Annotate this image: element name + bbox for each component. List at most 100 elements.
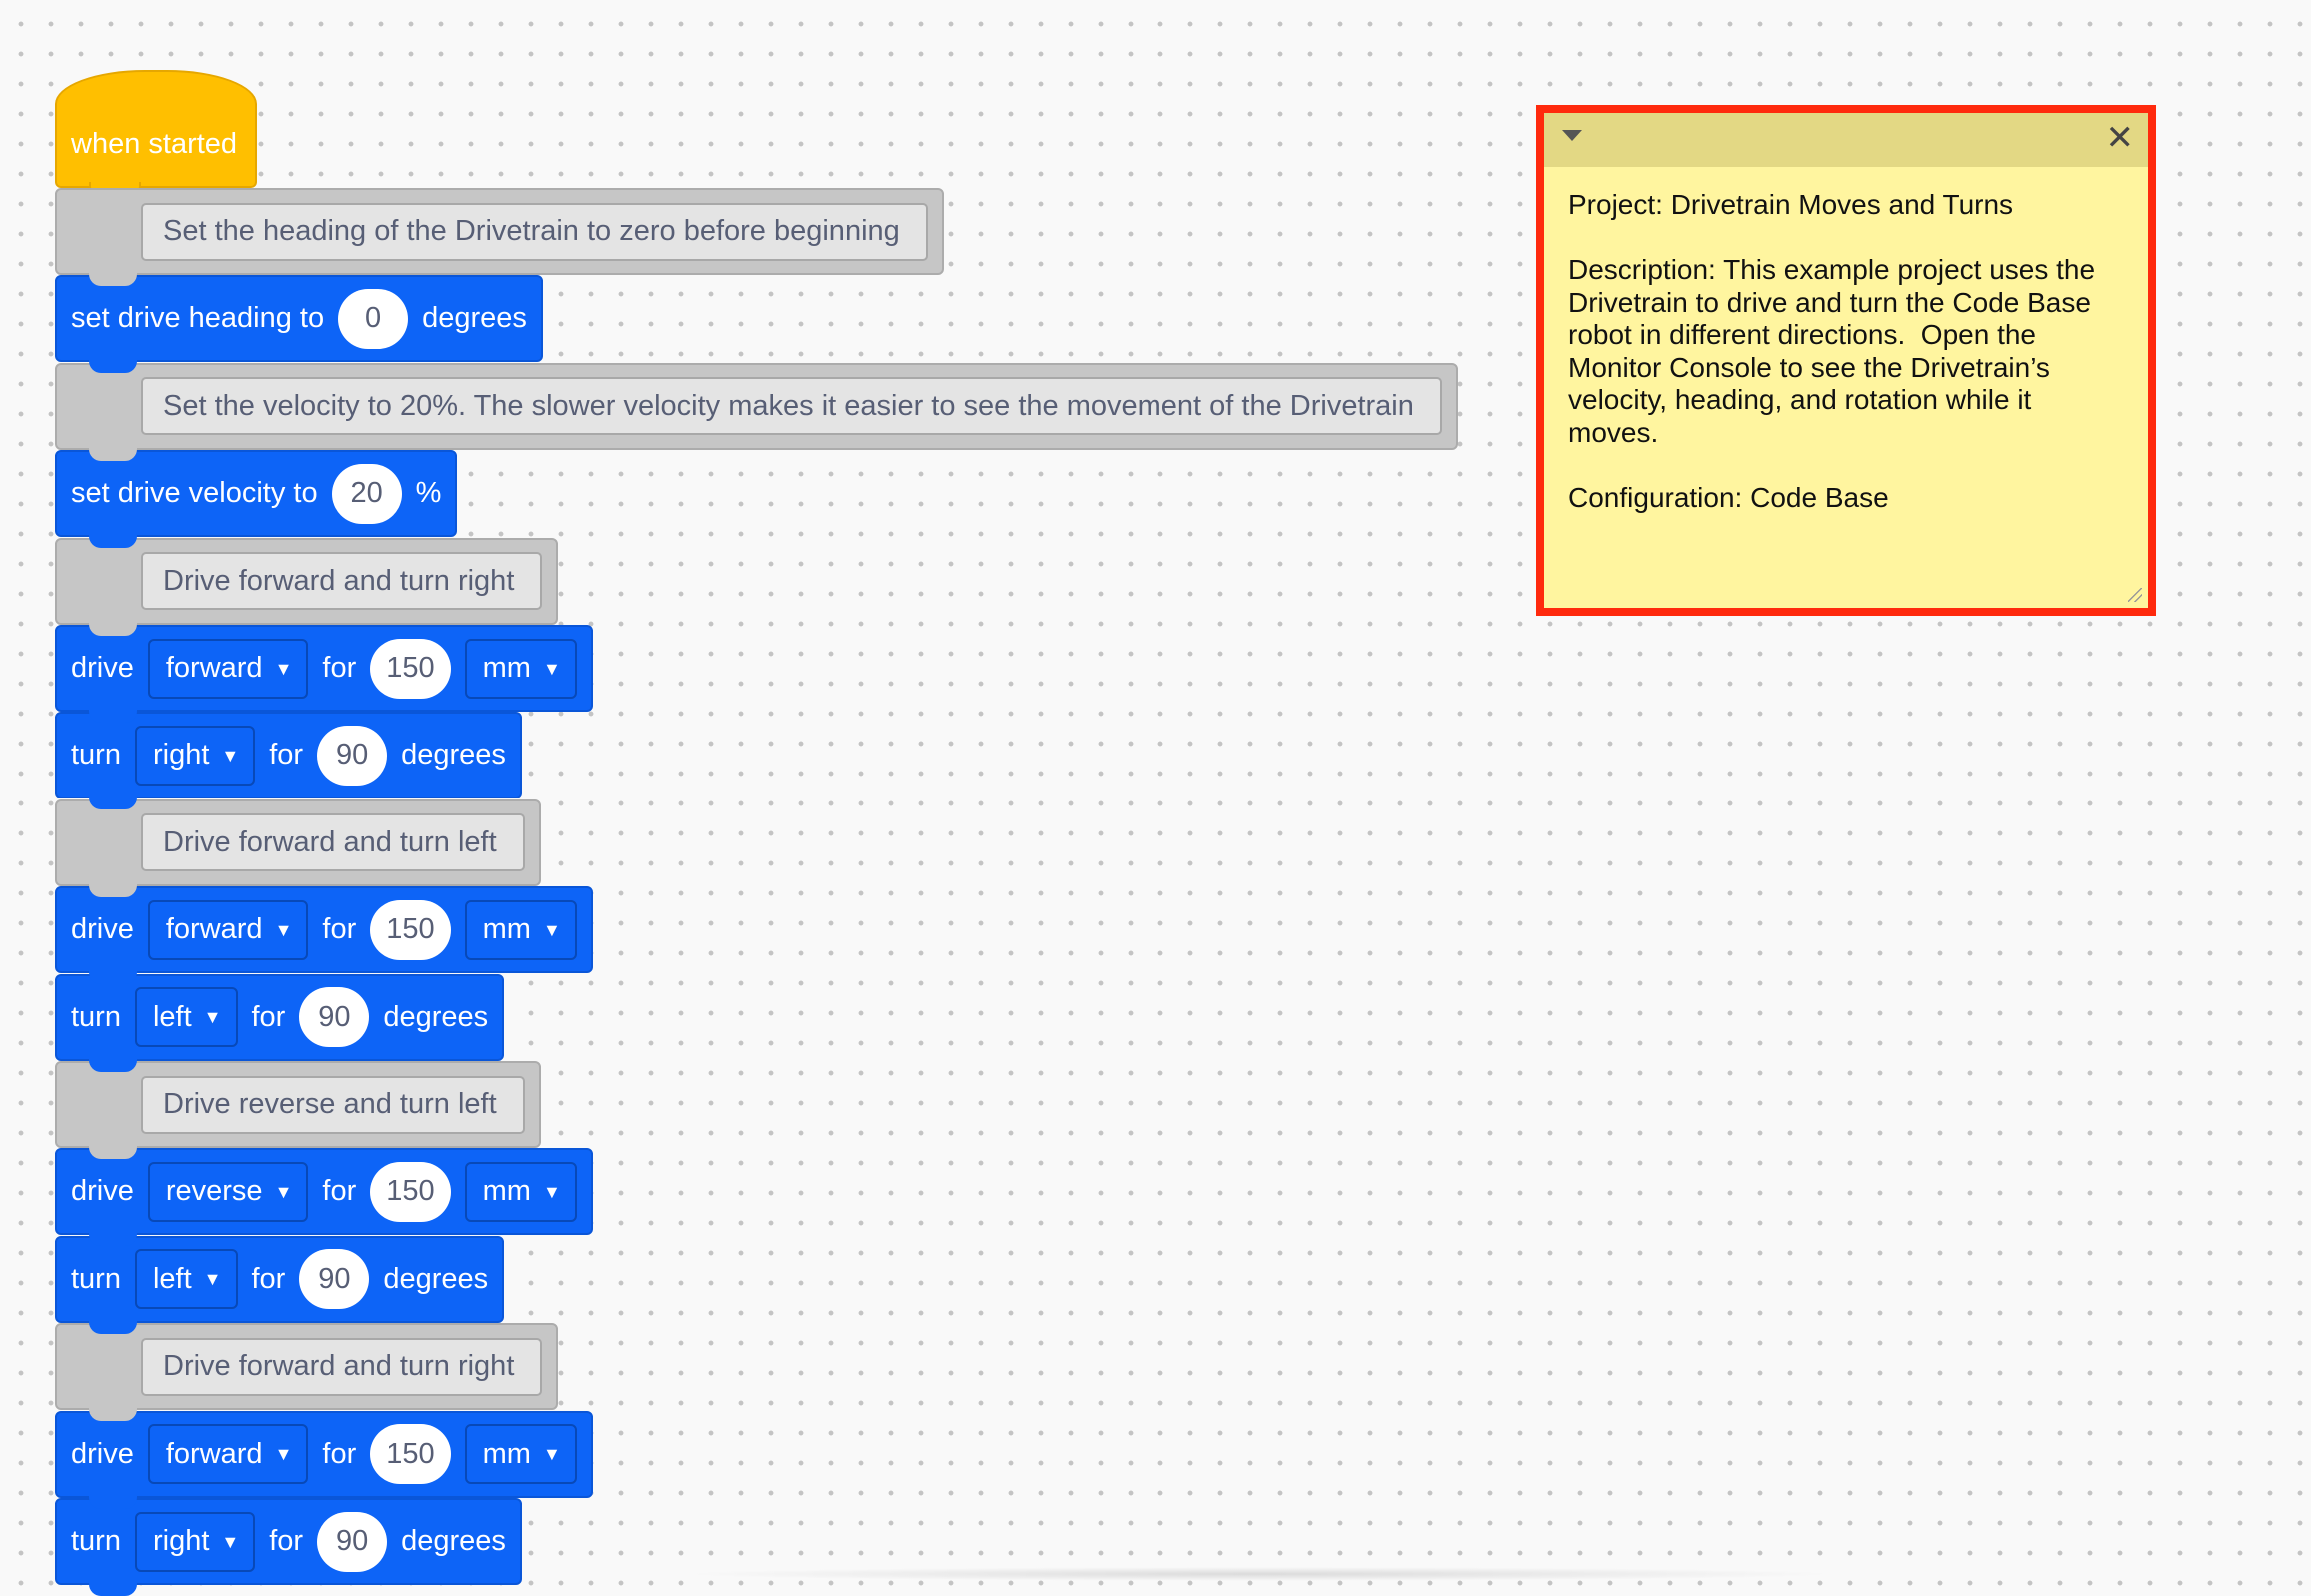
block-keyword: turn bbox=[71, 739, 121, 772]
block-connector bbox=[89, 359, 137, 374]
caret-down-icon[interactable] bbox=[1562, 130, 1582, 141]
value-input[interactable]: 20 bbox=[331, 463, 402, 524]
unit-dropdown[interactable]: mm ▼ bbox=[464, 1161, 577, 1222]
direction-dropdown[interactable]: reverse ▼ bbox=[147, 1161, 309, 1222]
comment-text-field[interactable]: Drive reverse and turn left bbox=[141, 1075, 525, 1134]
block-connector bbox=[89, 534, 137, 549]
unit-value: mm bbox=[482, 913, 531, 946]
when-started-label: when started bbox=[71, 128, 238, 160]
for-label: for bbox=[269, 1525, 304, 1557]
project-note[interactable]: ✕ Project: Drivetrain Moves and Turns De… bbox=[1544, 113, 2148, 608]
block-keyword: set drive velocity to bbox=[71, 477, 318, 510]
note-text[interactable]: Project: Drivetrain Moves and Turns Desc… bbox=[1544, 167, 2148, 514]
direction-value: forward bbox=[165, 652, 263, 684]
direction-dropdown[interactable]: right ▼ bbox=[134, 725, 256, 786]
turn-for-block[interactable]: turn right ▼ for 90 degrees bbox=[55, 1498, 522, 1596]
value-input[interactable]: 0 bbox=[338, 288, 409, 349]
direction-dropdown[interactable]: left ▼ bbox=[134, 1249, 238, 1310]
value-input[interactable]: 150 bbox=[370, 899, 451, 960]
dropdown-caret-icon: ▼ bbox=[274, 1181, 293, 1202]
for-label: for bbox=[269, 739, 304, 772]
block-connector bbox=[89, 882, 137, 897]
unit-dropdown[interactable]: mm ▼ bbox=[464, 899, 577, 960]
unit-label: degrees bbox=[401, 739, 506, 772]
block-connector bbox=[89, 1057, 137, 1072]
direction-dropdown[interactable]: forward ▼ bbox=[147, 638, 309, 699]
unit-dropdown[interactable]: mm ▼ bbox=[464, 1424, 577, 1485]
direction-value: right bbox=[152, 739, 210, 772]
close-icon[interactable]: ✕ bbox=[2106, 121, 2135, 155]
dropdown-caret-icon: ▼ bbox=[542, 1444, 561, 1465]
drive-for-block[interactable]: drive forward ▼ for 150 mm ▼ bbox=[55, 886, 593, 985]
block-connector bbox=[89, 709, 137, 723]
comment-block[interactable]: Set the velocity to 20%. The slower velo… bbox=[55, 362, 1458, 461]
block-keyword: turn bbox=[71, 1525, 121, 1557]
direction-dropdown[interactable]: right ▼ bbox=[134, 1511, 256, 1572]
for-label: for bbox=[322, 1175, 357, 1208]
block-keyword: drive bbox=[71, 1175, 134, 1208]
value-input[interactable]: 150 bbox=[370, 1161, 451, 1222]
turn-for-block[interactable]: turn right ▼ for 90 degrees bbox=[55, 712, 522, 810]
comment-slot bbox=[57, 540, 137, 623]
block-connector bbox=[89, 1582, 137, 1596]
unit-label: % bbox=[415, 477, 442, 510]
value-input[interactable]: 90 bbox=[317, 1511, 388, 1572]
for-label: for bbox=[322, 1437, 357, 1470]
unit-label: degrees bbox=[422, 302, 527, 335]
comment-text-field[interactable]: Set the heading of the Drivetrain to zer… bbox=[141, 202, 928, 261]
comment-text-field[interactable]: Drive forward and turn left bbox=[141, 813, 525, 872]
turn-for-block[interactable]: turn left ▼ for 90 degrees bbox=[55, 1235, 505, 1334]
value-input[interactable]: 150 bbox=[370, 638, 451, 699]
direction-value: forward bbox=[165, 1437, 263, 1470]
block-connector bbox=[89, 272, 137, 286]
block-connector bbox=[89, 970, 137, 985]
dropdown-caret-icon: ▼ bbox=[221, 1531, 240, 1552]
block-connector bbox=[89, 1319, 137, 1334]
block-keyword: drive bbox=[71, 652, 134, 684]
comment-text-field[interactable]: Drive forward and turn right bbox=[141, 552, 543, 611]
comment-slot bbox=[57, 801, 137, 884]
direction-dropdown[interactable]: forward ▼ bbox=[147, 899, 309, 960]
direction-value: left bbox=[152, 1000, 192, 1033]
unit-value: mm bbox=[482, 1437, 531, 1470]
comment-slot bbox=[57, 365, 137, 448]
block-connector bbox=[89, 1494, 137, 1509]
comment-text-field[interactable]: Set the velocity to 20%. The slower velo… bbox=[141, 377, 1442, 436]
direction-dropdown[interactable]: left ▼ bbox=[134, 987, 238, 1048]
block-connector bbox=[89, 446, 137, 461]
comment-block[interactable]: Drive forward and turn right bbox=[55, 537, 559, 636]
dropdown-caret-icon: ▼ bbox=[542, 1181, 561, 1202]
value-input[interactable]: 90 bbox=[299, 987, 370, 1048]
set-drive-velocity-block[interactable]: set drive velocity to 20% bbox=[55, 450, 458, 549]
unit-dropdown[interactable]: mm ▼ bbox=[464, 638, 577, 699]
code-workspace[interactable]: when started Set the heading of the Driv… bbox=[0, 0, 2311, 1596]
comment-slot bbox=[57, 1063, 137, 1146]
drive-for-block[interactable]: drive forward ▼ for 150 mm ▼ bbox=[55, 625, 593, 723]
comment-block[interactable]: Drive reverse and turn left bbox=[55, 1061, 541, 1159]
value-input[interactable]: 90 bbox=[317, 725, 388, 786]
comment-text-field[interactable]: Drive forward and turn right bbox=[141, 1337, 543, 1396]
resize-handle-icon[interactable] bbox=[2128, 588, 2142, 602]
value-input[interactable]: 90 bbox=[299, 1249, 370, 1310]
block-keyword: drive bbox=[71, 1437, 134, 1470]
direction-dropdown[interactable]: forward ▼ bbox=[147, 1424, 309, 1485]
direction-value: right bbox=[152, 1525, 210, 1557]
block-keyword: drive bbox=[71, 913, 134, 946]
comment-block[interactable]: Drive forward and turn right bbox=[55, 1323, 559, 1422]
for-label: for bbox=[251, 1000, 286, 1033]
drive-for-block[interactable]: drive reverse ▼ for 150 mm ▼ bbox=[55, 1148, 593, 1247]
dropdown-caret-icon: ▼ bbox=[542, 919, 561, 940]
for-label: for bbox=[322, 652, 357, 684]
turn-for-block[interactable]: turn left ▼ for 90 degrees bbox=[55, 973, 505, 1072]
value-input[interactable]: 150 bbox=[370, 1424, 451, 1485]
for-label: for bbox=[322, 913, 357, 946]
direction-value: forward bbox=[165, 913, 263, 946]
drive-for-block[interactable]: drive forward ▼ for 150 mm ▼ bbox=[55, 1410, 593, 1509]
comment-block[interactable]: Set the heading of the Drivetrain to zer… bbox=[55, 188, 944, 286]
note-title-bar[interactable]: ✕ bbox=[1544, 113, 2148, 167]
direction-value: left bbox=[152, 1262, 192, 1295]
comment-block[interactable]: Drive forward and turn left bbox=[55, 798, 541, 897]
when-started-hat-block[interactable]: when started bbox=[55, 70, 257, 198]
dropdown-caret-icon: ▼ bbox=[221, 745, 240, 766]
set-drive-heading-block[interactable]: set drive heading to 0 degrees bbox=[55, 275, 543, 374]
